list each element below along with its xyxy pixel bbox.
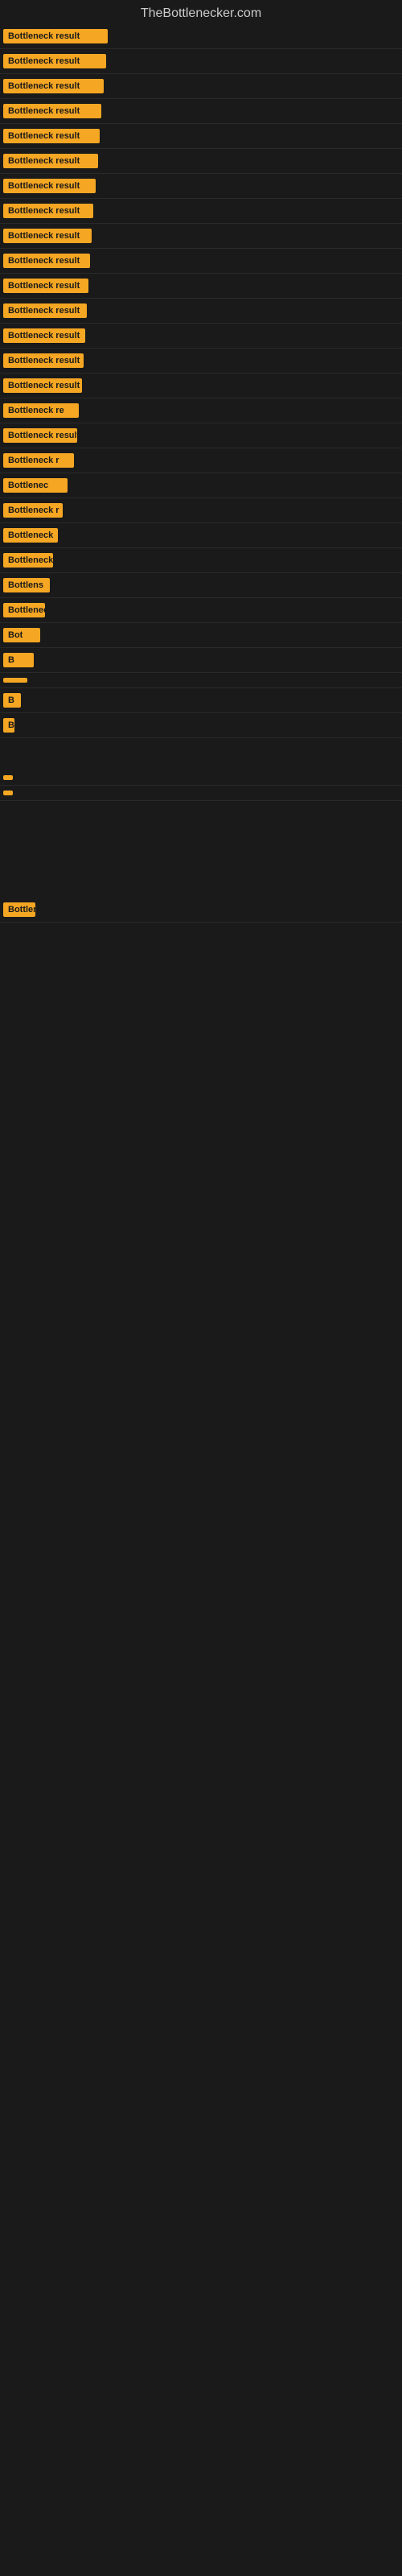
- list-item: Bottleneck result: [0, 423, 402, 448]
- bottleneck-badge: B: [3, 693, 21, 708]
- site-title: TheBottlenecker.com: [0, 0, 402, 24]
- bottleneck-badge: Bottleneck: [3, 603, 45, 617]
- bottleneck-badge: Bottleneck result: [3, 353, 84, 368]
- bottleneck-badge: Bottleneck result: [3, 79, 104, 93]
- bottleneck-badge: Bot: [3, 628, 40, 642]
- list-item: [0, 786, 402, 801]
- bottleneck-badge: Bottleneck result: [3, 154, 98, 168]
- bottleneck-badge: Bottlens: [3, 578, 50, 592]
- bottleneck-badge: Bottleneck result: [3, 204, 93, 218]
- bottleneck-badge: Bottleneck result: [3, 303, 87, 318]
- list-item: B: [0, 688, 402, 713]
- bottleneck-badge: Bottleneck re: [3, 403, 79, 418]
- bottleneck-badge: Bottleneck result: [3, 279, 88, 293]
- list-item: Bottleneck: [0, 523, 402, 548]
- list-item: Bottleneck result: [0, 224, 402, 249]
- bottleneck-badge: [3, 775, 13, 780]
- bottleneck-badge: Bott: [3, 718, 14, 733]
- list-item: Bot: [0, 623, 402, 648]
- bottleneck-badge: Bottleneck result: [3, 29, 108, 43]
- list-item: Bottleneck res: [0, 548, 402, 573]
- bottleneck-badge: Bottleneck result: [3, 104, 101, 118]
- list-item: Bottleneck re: [0, 398, 402, 423]
- bottleneck-badge: Bottleneck r: [3, 453, 74, 468]
- bottleneck-badge: Bottleneck: [3, 528, 58, 543]
- bottleneck-badge: Bottleneck result: [3, 428, 77, 443]
- list-item: Bottlenec: [0, 473, 402, 498]
- bottleneck-badge: Bottleneck result: [3, 54, 106, 68]
- list-item: Bottleneck result: [0, 24, 402, 49]
- bottleneck-badge: [3, 791, 13, 795]
- list-item: Bottlens: [0, 573, 402, 598]
- list-item: Bottleneck result: [0, 299, 402, 324]
- bottleneck-badge: B: [3, 653, 34, 667]
- list-item: Bottleneck r: [0, 448, 402, 473]
- bottleneck-badge: Bottleneck result: [3, 229, 92, 243]
- list-item: B: [0, 648, 402, 673]
- list-item: Bottleneck result: [0, 249, 402, 274]
- bottleneck-badge: Bottleneck result: [3, 378, 82, 393]
- list-item: [0, 770, 402, 786]
- list-item: Bottleneck result: [0, 99, 402, 124]
- list-item: Bottleneck result: [0, 149, 402, 174]
- list-item: Bottleneck result: [0, 199, 402, 224]
- list-item: Bottleneck result: [0, 374, 402, 398]
- list-item: Bottleneck r: [0, 498, 402, 523]
- list-item: Bottleneck result: [0, 898, 402, 923]
- list-item: Bottleneck result: [0, 74, 402, 99]
- bottleneck-badge: Bottleneck result: [3, 129, 100, 143]
- bottleneck-badge: Bottleneck result: [3, 902, 35, 917]
- list-item: Bottleneck result: [0, 124, 402, 149]
- bottleneck-badge: [3, 678, 27, 683]
- bottleneck-badge: Bottleneck res: [3, 553, 53, 568]
- list-item: Bottleneck result: [0, 349, 402, 374]
- bottleneck-badge: Bottleneck r: [3, 503, 63, 518]
- list-item: Bottleneck result: [0, 174, 402, 199]
- list-item: Bott: [0, 713, 402, 738]
- bottleneck-badge: Bottleneck result: [3, 254, 90, 268]
- list-item: [0, 673, 402, 688]
- list-item: Bottleneck result: [0, 274, 402, 299]
- bottleneck-badge: Bottleneck result: [3, 328, 85, 343]
- bottleneck-badge: Bottleneck result: [3, 179, 96, 193]
- list-item: Bottleneck: [0, 598, 402, 623]
- list-item: Bottleneck result: [0, 49, 402, 74]
- list-item: Bottleneck result: [0, 324, 402, 349]
- bottleneck-badge: Bottlenec: [3, 478, 68, 493]
